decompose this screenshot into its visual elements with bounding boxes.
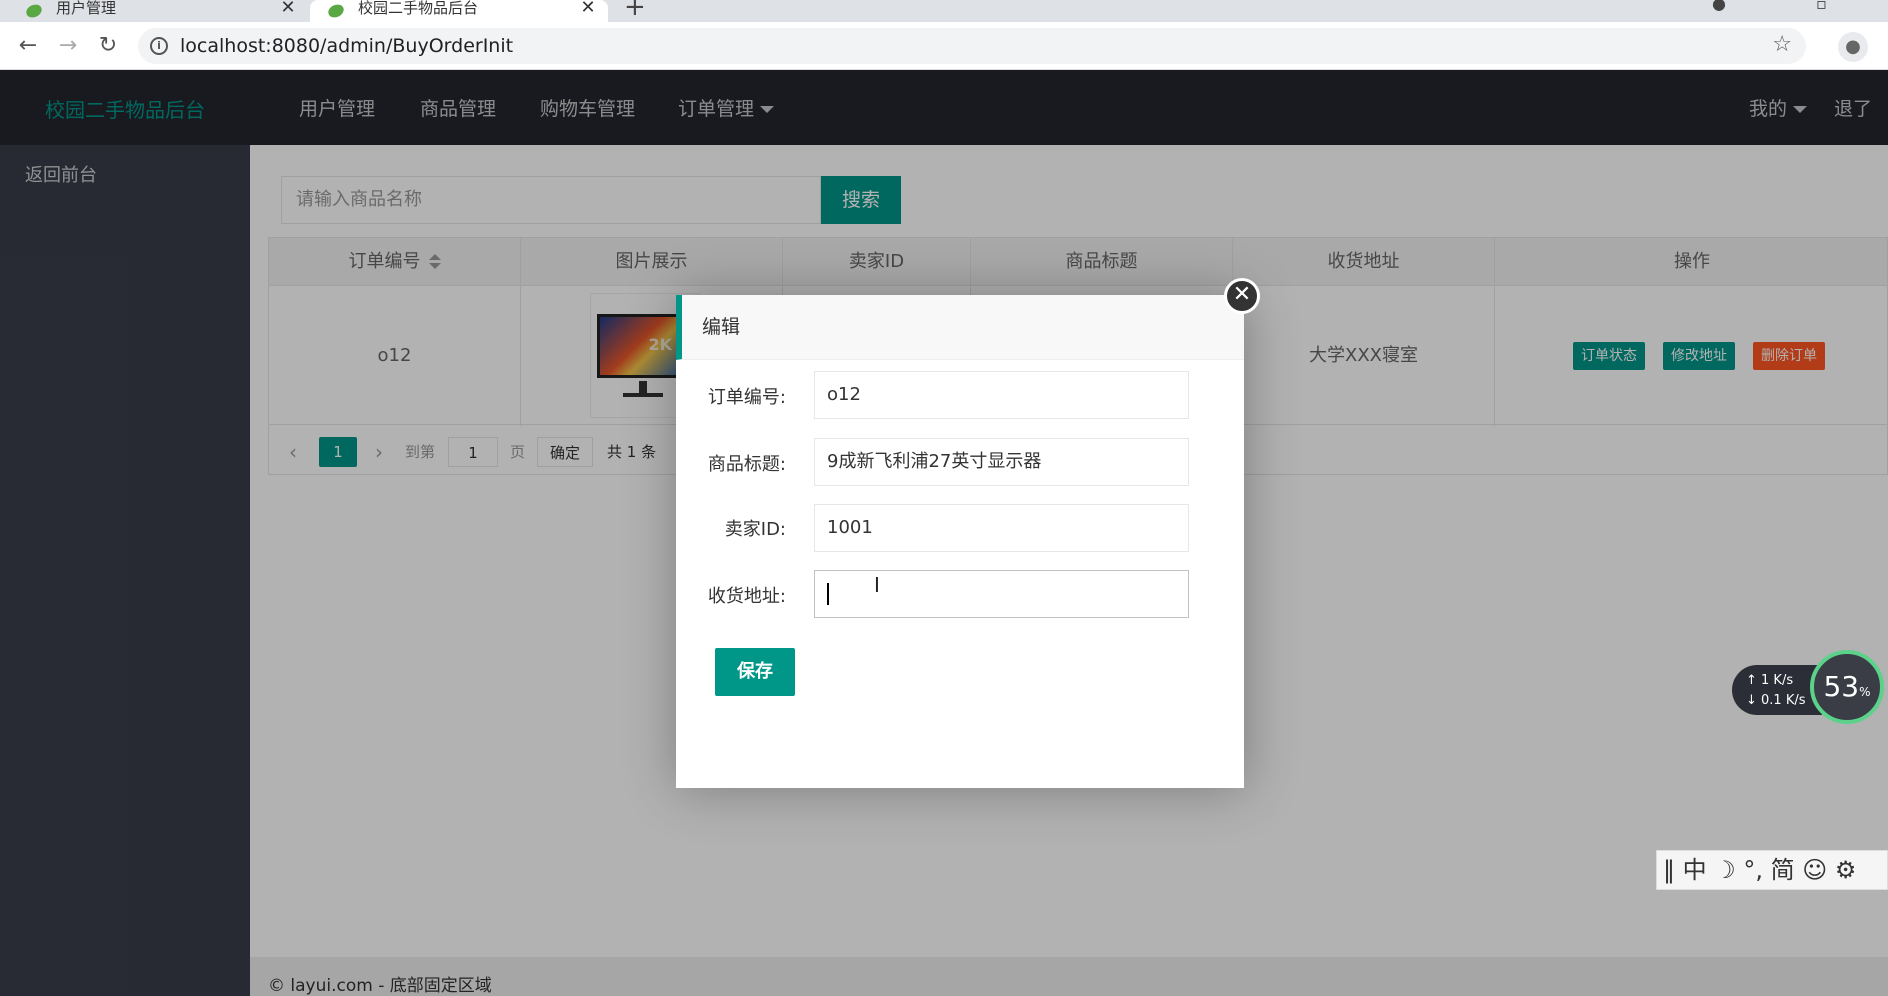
seller-id-field[interactable]: 1001 [814,504,1189,552]
usage-gauge[interactable]: 53% [1810,650,1884,724]
url-text: localhost:8080/admin/BuyOrderInit [180,35,514,57]
product-title-field[interactable]: 9成新飞利浦27英寸显示器 [814,438,1189,486]
close-icon[interactable]: ✕ [576,0,600,18]
modal-title: 编辑 [676,295,1244,360]
save-button[interactable]: 保存 [715,648,795,696]
leaf-icon [24,2,44,20]
browser-tabstrip: 用户管理 ✕ 校园二手物品后台 ✕ + ● ▫ [0,0,1888,22]
back-icon[interactable]: ← [14,32,42,60]
field-label-address: 收货地址: [707,586,786,607]
close-icon[interactable]: ✕ [276,0,300,18]
address-bar[interactable]: i localhost:8080/admin/BuyOrderInit ☆ [138,28,1806,64]
leaf-icon [326,2,346,20]
usage-unit: % [1859,685,1871,699]
shield-icon[interactable]: ● [1712,0,1726,13]
field-label-order-no: 订单编号: [707,387,786,408]
usage-percent: 53 [1823,670,1860,703]
tab-title: 校园二手物品后台 [358,0,479,17]
text-cursor [827,583,829,605]
new-tab-button[interactable]: + [624,0,646,22]
browser-toolbar: ← → ↻ i localhost:8080/admin/BuyOrderIni… [0,22,1888,70]
tab-campus-admin[interactable]: 校园二手物品后台 ✕ [310,0,608,22]
ime-toolbar[interactable]: ‖ 中 ☽ °, 简 ☺ ⚙ [1656,850,1888,890]
field-label-seller-id: 卖家ID: [724,519,786,540]
download-speed: ↓ 0.1 K/s [1746,693,1806,708]
tab-title: 用户管理 [56,0,117,17]
star-icon[interactable]: ☆ [1772,32,1792,57]
tab-user-management[interactable]: 用户管理 ✕ [8,0,308,22]
reload-icon[interactable]: ↻ [94,32,122,60]
info-icon[interactable]: i [150,37,168,55]
upload-speed: ↑ 1 K/s [1746,673,1794,688]
ibeam-cursor-icon: I [874,573,880,597]
field-label-title: 商品标题: [707,454,786,475]
forward-icon[interactable]: → [54,32,82,60]
restore-icon[interactable]: ▫ [1816,0,1827,13]
order-no-field[interactable]: o12 [814,371,1189,419]
address-field[interactable] [814,570,1189,618]
network-speed-widget[interactable]: ↑ 1 K/s ↓ 0.1 K/s [1732,665,1822,715]
profile-icon[interactable]: ● [1838,32,1868,62]
close-icon[interactable]: ✕ [1224,278,1260,314]
